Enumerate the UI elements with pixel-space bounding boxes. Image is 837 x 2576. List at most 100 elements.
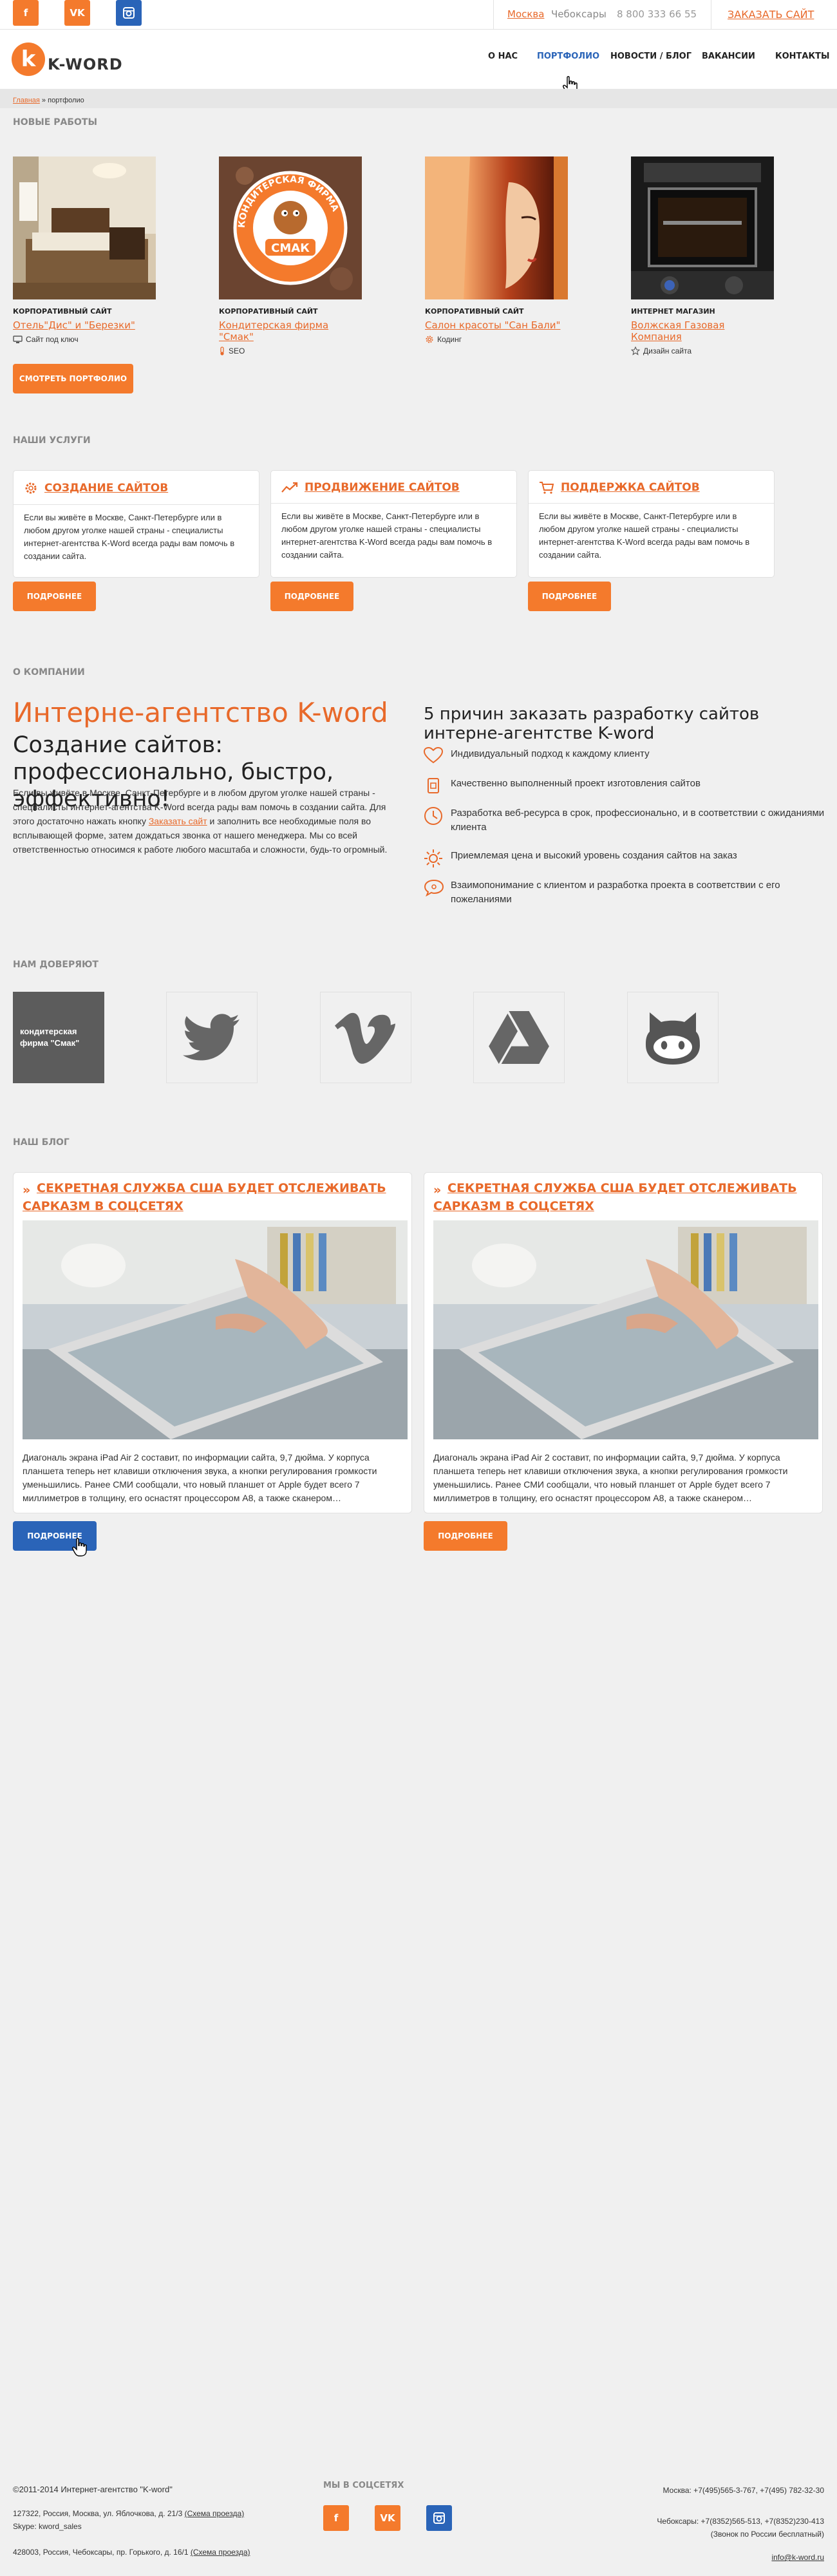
- instagram-icon[interactable]: [116, 0, 142, 26]
- smak-logo-text: СМАК: [271, 242, 310, 255]
- address-cheboksary: 428003, Россия, Чебоксары, пр. Горького,…: [13, 2548, 250, 2557]
- logo-text[interactable]: K-WORD: [48, 55, 123, 73]
- partner-twitter[interactable]: [166, 992, 258, 1083]
- blog-more-button[interactable]: ПОДРОБНЕЕ: [424, 1521, 507, 1551]
- work-title-link[interactable]: Салон красоты "Сан Бали": [425, 319, 568, 331]
- twitter-icon: [183, 1014, 240, 1061]
- vk-icon[interactable]: VK: [64, 0, 90, 26]
- blog-post-image[interactable]: [433, 1220, 818, 1439]
- moscow-phones: Москва: +7(495)565-3-767, +7(495) 782-32…: [663, 2486, 824, 2495]
- service-card: ПОДДЕРЖКА САЙТОВ Если вы живёте в Москве…: [528, 470, 775, 578]
- partner-smak-logo[interactable]: кондитерская фирма "Смак": [13, 992, 104, 1083]
- nav-vacancies[interactable]: ВАКАНСИИ: [702, 52, 755, 61]
- nav-contacts[interactable]: КОНТАКТЫ: [775, 52, 829, 61]
- service-card: СОЗДАНИЕ САЙТОВ Если вы живёте в Москве,…: [13, 470, 259, 578]
- service-more-button[interactable]: ПОДРОБНЕЕ: [528, 582, 611, 611]
- nav-about[interactable]: О НАС: [488, 52, 518, 61]
- blog-post-card: » СЕКРЕТНАЯ СЛУЖБА США БУДЕТ ОТСЛЕЖИВАТЬ …: [424, 1172, 823, 1513]
- blog-post-excerpt: Диагональ экрана iPad Air 2 составит, по…: [433, 1452, 788, 1503]
- service-title-link[interactable]: СОЗДАНИЕ САЙТОВ: [44, 482, 168, 495]
- service-description: Если вы живёте в Москве, Санкт-Петербург…: [281, 511, 493, 560]
- address-moscow: 127322, Россия, Москва, ул. Яблочкова, д…: [13, 2509, 245, 2518]
- blog-post-image[interactable]: [23, 1220, 408, 1439]
- reason-item: Разработка веб-ресурса в срок, профессио…: [424, 806, 836, 835]
- reason-item: Взаимопонимание с клиентом и разработка …: [424, 878, 836, 907]
- trend-icon: [281, 482, 298, 493]
- vk-icon[interactable]: VK: [375, 2505, 400, 2531]
- free-call-note: (Звонок по России бесплатный): [710, 2530, 824, 2539]
- gear-icon: [25, 482, 37, 494]
- work-title-link[interactable]: Отель"Дис" и "Березки": [13, 319, 156, 331]
- service-more-button[interactable]: ПОДРОБНЕЕ: [13, 582, 96, 611]
- social-title: МЫ В СОЦСЕТЯХ: [323, 2481, 404, 2490]
- service-description: Если вы живёте в Москве, Санкт-Петербург…: [539, 511, 750, 560]
- blog-post-title-link[interactable]: » СЕКРЕТНАЯ СЛУЖБА США БУДЕТ ОТСЛЕЖИВАТЬ …: [433, 1181, 797, 1213]
- work-title-link[interactable]: Волжская Газовая Компания: [631, 319, 774, 343]
- view-portfolio-button[interactable]: СМОТРЕТЬ ПОРТФОЛИО: [13, 364, 133, 393]
- order-site-link[interactable]: ЗАКАЗАТЬ САЙТ: [728, 8, 814, 21]
- copyright: ©2011-2014 Интернет-агентство "K-word": [13, 2485, 173, 2494]
- breadcrumb-separator: »: [39, 97, 48, 104]
- clock-icon: [424, 807, 442, 825]
- facebook-icon[interactable]: f: [13, 0, 39, 26]
- work-card: КОРПОРАТИВНЫЙ САЙТ Отель"Дис" и "Березки…: [13, 156, 156, 344]
- map-link[interactable]: (Схема проезда): [191, 2548, 250, 2557]
- service-description: Если вы живёте в Москве, Санкт-Петербург…: [24, 513, 235, 561]
- map-link[interactable]: (Схема проезда): [185, 2509, 245, 2518]
- service-more-button[interactable]: ПОДРОБНЕЕ: [270, 582, 353, 611]
- reasons-heading: 5 причин заказать разработку сайтов инте…: [424, 705, 760, 743]
- vimeo-icon: [335, 1012, 395, 1064]
- reason-item: Приемлемая цена и высокий уровень создан…: [424, 849, 836, 867]
- email-link[interactable]: info@k-word.ru: [771, 2553, 824, 2562]
- nav-news-blog[interactable]: НОВОСТИ / БЛОГ: [610, 52, 691, 61]
- monitor-icon: [13, 335, 23, 343]
- blog-post-excerpt: Диагональ экрана iPad Air 2 составит, по…: [23, 1452, 377, 1503]
- work-thumbnail[interactable]: КОНДИТЕРСКАЯ ФИРМА СМАК: [219, 156, 362, 299]
- logo[interactable]: k: [12, 43, 45, 76]
- partner-google-drive[interactable]: [473, 992, 565, 1083]
- partner-github[interactable]: [627, 992, 719, 1083]
- work-type: КОРПОРАТИВНЫЙ САЙТ: [219, 307, 318, 316]
- service-title-link[interactable]: ПРОДВИЖЕНИЕ САЙТОВ: [305, 481, 460, 494]
- cart-icon: [540, 482, 554, 494]
- breadcrumb-home[interactable]: Главная: [13, 97, 40, 104]
- reason-item: Качественно выполненный проект изготовле…: [424, 777, 836, 793]
- work-tag: SEO: [219, 346, 362, 355]
- city-cheboksary-link[interactable]: Чебоксары: [551, 8, 607, 20]
- breadcrumb: Главная » портфолио: [0, 89, 837, 108]
- order-site-inline-link[interactable]: Заказать сайт: [149, 816, 207, 826]
- blog-post-title-link[interactable]: » СЕКРЕТНАЯ СЛУЖБА США БУДЕТ ОТСЛЕЖИВАТЬ …: [23, 1181, 386, 1213]
- work-title-link[interactable]: Кондитерская фирма "Смак": [219, 319, 362, 343]
- work-card: КОНДИТЕРСКАЯ ФИРМА СМАК КОРПОРАТИВНЫЙ СА…: [219, 156, 362, 355]
- partners-title: НАМ ДОВЕРЯЮТ: [13, 960, 99, 970]
- nav-portfolio[interactable]: ПОРТФОЛИО: [537, 52, 599, 61]
- services-title: НАШИ УСЛУГИ: [13, 435, 91, 446]
- city-moscow-link[interactable]: Москва: [507, 8, 544, 20]
- new-works-title: НОВЫЕ РАБОТЫ: [13, 117, 97, 128]
- about-heading: Интерне-агентство K-word: [13, 697, 388, 728]
- phone-number: 8 800 333 66 55: [617, 8, 697, 20]
- skype: Skype: kword_sales: [13, 2522, 82, 2531]
- service-title-link[interactable]: ПОДДЕРЖКА САЙТОВ: [561, 481, 700, 494]
- work-thumbnail[interactable]: [13, 156, 156, 299]
- work-type: КОРПОРАТИВНЫЙ САЙТ: [13, 307, 112, 316]
- gear-icon: [426, 336, 433, 343]
- work-thumbnail[interactable]: [425, 156, 568, 299]
- partner-vimeo[interactable]: [320, 992, 411, 1083]
- google-drive-icon: [489, 1011, 549, 1064]
- header: k K-WORD О НАС ПОРТФОЛИО НОВОСТИ / БЛОГ …: [0, 30, 837, 95]
- reason-item: Индивидуальный подход к каждому клиенту: [424, 747, 836, 764]
- work-tag: Сайт под ключ: [13, 335, 156, 344]
- chevrons-right-icon: »: [23, 1183, 31, 1197]
- star-icon: [631, 346, 640, 355]
- work-thumbnail[interactable]: [631, 156, 774, 299]
- work-type: ИНТЕРНЕТ МАГАЗИН: [631, 307, 715, 316]
- heart-icon: [424, 747, 443, 764]
- work-card: ИНТЕРНЕТ МАГАЗИН Волжская Газовая Компан…: [631, 156, 774, 355]
- facebook-icon[interactable]: f: [323, 2505, 349, 2531]
- partner-smak-label: кондитерская фирма "Смак": [20, 1027, 80, 1048]
- work-tag-label: Дизайн сайта: [643, 346, 692, 355]
- work-tag: Дизайн сайта: [631, 346, 774, 355]
- chat-icon: [424, 879, 444, 896]
- instagram-icon[interactable]: [426, 2505, 452, 2531]
